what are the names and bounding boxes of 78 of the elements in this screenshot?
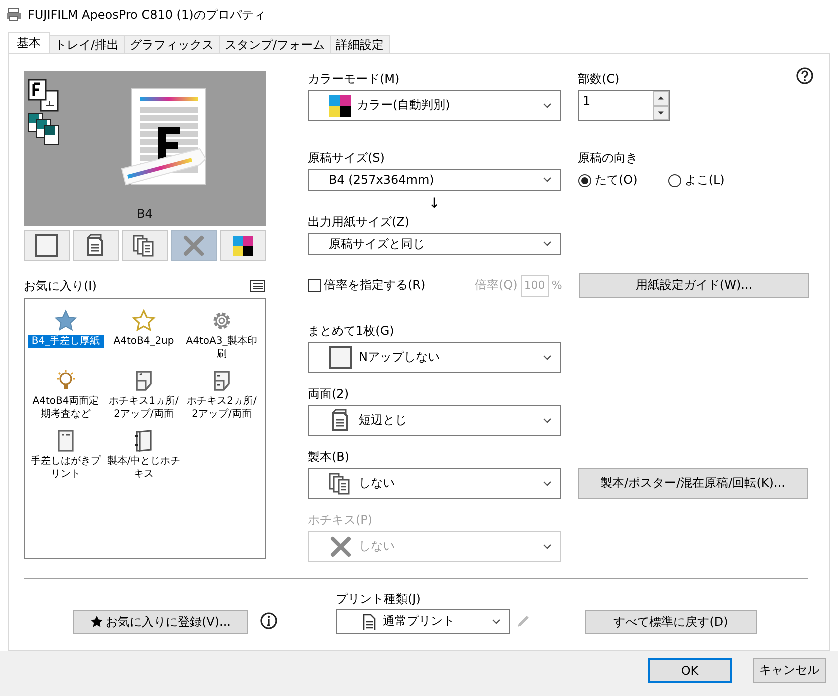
ok-button[interactable]: OK xyxy=(648,658,732,683)
favorite-item[interactable]: A4toA3_製本印刷 xyxy=(184,335,260,361)
field-label: まとめて1枚(G) xyxy=(308,323,396,339)
list-icon xyxy=(250,280,266,292)
field-label: 製本(B) xyxy=(308,449,351,465)
pencil-icon xyxy=(516,614,530,628)
cancel-button[interactable]: キャンセル xyxy=(753,658,826,683)
cross-icon xyxy=(329,534,353,558)
unit-label: % xyxy=(552,279,562,292)
tab[interactable]: 詳細設定 xyxy=(330,35,390,53)
window-title: FUJIFILM ApeosPro C810 (1)のプロパティ xyxy=(28,6,266,24)
favorites-label: お気に入り(I) xyxy=(24,278,97,294)
chevron-icon xyxy=(543,480,552,486)
output-size-dropdown[interactable]: 原稿サイズと同じ xyxy=(308,233,561,255)
chevron-icon xyxy=(543,354,552,360)
duplex-dropdown[interactable]: 短辺とじ xyxy=(308,405,561,436)
field-label: ホチキス(P) xyxy=(308,512,374,528)
field-label: 出力用紙サイズ(Z) xyxy=(308,214,411,230)
favorite-item[interactable]: ホチキス2ヵ所/2アップ/両面 xyxy=(184,395,260,421)
favorite-item[interactable]: 製本/中とじホチキス xyxy=(106,455,182,481)
radio-button[interactable] xyxy=(578,174,592,188)
paper-guide-button[interactable]: 用紙設定ガイド(W)... xyxy=(579,273,810,298)
view-button[interactable] xyxy=(122,230,168,261)
copies-spinner[interactable]: 1 xyxy=(578,90,670,121)
booklet-dropdown[interactable]: しない xyxy=(308,468,561,499)
down-arrow: ↓ xyxy=(428,195,442,214)
field-label: 原稿の向き xyxy=(578,150,639,166)
paper-size-label: B4 xyxy=(136,207,154,221)
chevron-icon xyxy=(543,418,552,424)
favorite-item[interactable]: B4_手差し厚紙 xyxy=(28,335,104,348)
radio-button[interactable] xyxy=(668,174,682,188)
field-label: 両面(2) xyxy=(308,386,350,402)
favorite-item[interactable]: A4toB4_2up xyxy=(106,335,182,348)
view-button[interactable] xyxy=(220,230,266,261)
star-icon xyxy=(90,615,104,629)
square-icon xyxy=(35,234,59,258)
document-icon xyxy=(361,614,377,630)
pages-icon xyxy=(133,234,157,258)
reset-button[interactable]: すべて標準に戻す(D) xyxy=(585,610,757,634)
radio-label: よこ(L) xyxy=(684,172,725,189)
tab[interactable]: 基本 xyxy=(8,32,50,53)
star-icon xyxy=(54,309,78,333)
chevron-icon xyxy=(543,241,552,247)
color-squares-icon xyxy=(233,236,253,256)
cross-icon xyxy=(182,234,206,258)
radio-label: たて(O) xyxy=(595,172,638,189)
color-mode-dropdown[interactable]: カラー(自動判別) xyxy=(308,90,561,121)
field-label: カラーモード(M) xyxy=(308,71,401,87)
field-label: 倍率(Q) xyxy=(475,277,518,294)
tab[interactable]: スタンプ/フォーム xyxy=(219,35,332,53)
chevron-icon xyxy=(543,177,552,183)
view-button[interactable] xyxy=(24,230,70,261)
favorite-item[interactable]: A4toB4両面定期考査など xyxy=(28,395,104,421)
chevron-icon xyxy=(543,102,552,108)
add-favorite-button[interactable]: お気に入りに登録(V)... xyxy=(73,610,248,634)
help-icon xyxy=(796,67,814,85)
color-squares-icon xyxy=(329,94,351,116)
field-label: 部数(C) xyxy=(578,71,621,87)
page-icon xyxy=(28,79,60,113)
field-label: プリント種類(J) xyxy=(336,591,422,607)
tab[interactable]: トレイ/排出 xyxy=(49,35,126,53)
print-type-dropdown[interactable]: 通常プリント xyxy=(336,609,510,634)
tab[interactable]: グラフィックス xyxy=(124,35,220,53)
favorite-item[interactable]: ホチキス1ヵ所/2アップ/両面 xyxy=(106,395,182,421)
original-size-dropdown[interactable]: B4 (257x364mm) xyxy=(308,169,561,191)
square-icon xyxy=(329,346,353,370)
star-icon xyxy=(132,309,156,333)
chevron-icon xyxy=(492,618,501,624)
n-up-dropdown[interactable]: Nアップしない xyxy=(308,342,561,373)
view-button[interactable] xyxy=(73,230,119,261)
field-label: 原稿サイズ(S) xyxy=(308,150,386,166)
chevron-icon xyxy=(543,544,552,550)
pages-icon xyxy=(329,472,353,496)
checkbox-label: 倍率を指定する(R) xyxy=(324,277,426,294)
info-icon xyxy=(260,612,278,630)
favorite-item[interactable]: 手差しはがきプリント xyxy=(28,455,104,481)
booklet-settings-button[interactable]: 製本/ポスター/混在原稿/回転(K)... xyxy=(578,468,808,499)
printer-icon xyxy=(6,8,22,22)
